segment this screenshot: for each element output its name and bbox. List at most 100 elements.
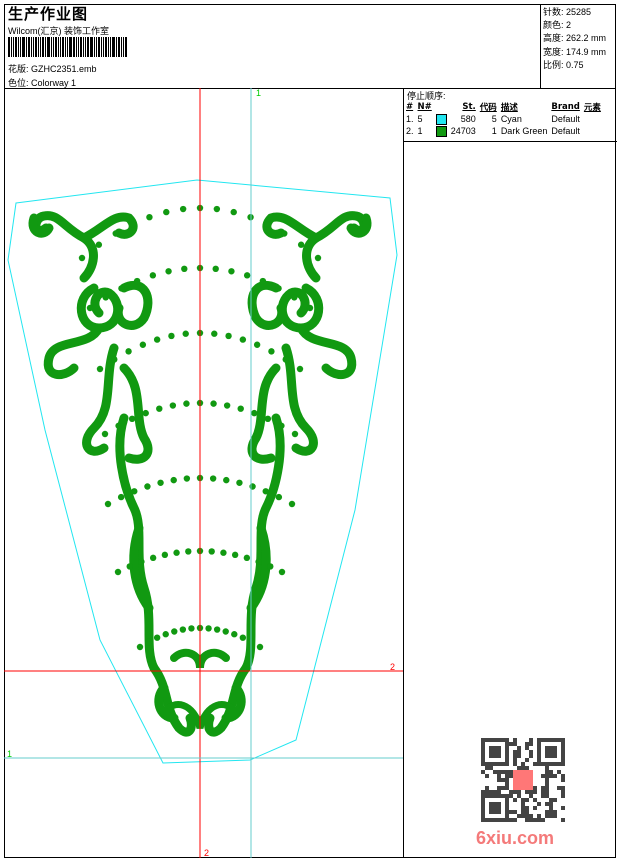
qr-module xyxy=(501,778,505,782)
qr-module xyxy=(521,802,525,806)
embroidery-dot xyxy=(296,365,304,373)
qr-module xyxy=(537,814,541,818)
qr-module xyxy=(553,774,557,778)
embroidery-dot xyxy=(165,268,172,275)
qr-module xyxy=(521,798,525,802)
embroidery-stroke xyxy=(262,212,321,243)
qr-module xyxy=(533,798,537,802)
qr-module xyxy=(505,774,509,778)
qr-module xyxy=(489,762,493,766)
embroidery-stroke xyxy=(302,211,369,283)
qr-module xyxy=(493,794,497,798)
table-row: 1. 5 580 5 Cyan Default xyxy=(404,113,603,125)
embroidery-stroke xyxy=(296,323,357,379)
embroidery-dot xyxy=(210,400,217,407)
embroidery-dot xyxy=(231,631,238,638)
col-element: 元素 xyxy=(583,103,601,113)
qr-module xyxy=(553,750,557,754)
barcode-bar xyxy=(103,37,104,57)
qr-module xyxy=(529,754,533,758)
embroidery-dot xyxy=(118,285,125,292)
qr-module xyxy=(541,786,545,790)
qr-module xyxy=(561,790,565,794)
barcode-bar xyxy=(101,37,102,57)
barcode-bar xyxy=(26,37,27,57)
qr-module xyxy=(513,758,517,762)
qr-module xyxy=(481,738,485,742)
barcode-bar xyxy=(110,37,111,57)
embroidery-dot xyxy=(275,285,282,292)
qr-module xyxy=(497,818,501,822)
embroidery-dot xyxy=(220,549,227,556)
qr-module xyxy=(481,790,485,794)
qr-module xyxy=(553,738,557,742)
qr-module xyxy=(557,770,561,774)
qr-module xyxy=(521,766,525,770)
qr-module xyxy=(533,790,537,794)
qr-module xyxy=(509,790,513,794)
label: 比例: xyxy=(543,59,564,70)
qr-module xyxy=(481,754,485,758)
barcode-bar xyxy=(55,37,57,57)
qr-module xyxy=(505,814,509,818)
qr-module xyxy=(501,794,505,798)
qr-module xyxy=(509,794,513,798)
qr-module xyxy=(505,806,509,810)
qr-module xyxy=(517,790,521,794)
col-needle: N# xyxy=(417,102,432,112)
qr-module xyxy=(561,742,565,746)
embroidery-dot xyxy=(153,634,161,641)
label: 高度: xyxy=(543,33,564,44)
qr-module xyxy=(545,786,549,790)
qr-module xyxy=(541,774,545,778)
qr-module xyxy=(525,766,529,770)
barcode-bar xyxy=(98,37,100,57)
embroidery-dot xyxy=(115,422,122,429)
qr-module xyxy=(513,738,517,742)
embroidery-dot xyxy=(149,272,157,279)
qr-module xyxy=(497,790,501,794)
barcode-bar xyxy=(69,37,72,57)
barcode-bar xyxy=(108,37,109,57)
qr-module xyxy=(541,790,545,794)
qr-module xyxy=(501,738,505,742)
col-stitches: St. xyxy=(462,102,476,112)
qr-module xyxy=(549,750,553,754)
qr-module xyxy=(529,750,533,754)
qr-module xyxy=(485,786,489,790)
barcode-bar xyxy=(80,37,82,57)
qr-module xyxy=(561,746,565,750)
embroidery-dot xyxy=(213,626,221,633)
embroidery-dot xyxy=(157,479,164,486)
qr-module xyxy=(497,770,501,774)
qr-module xyxy=(489,766,493,770)
embroidery-dot xyxy=(212,265,219,273)
embroidery-dot xyxy=(291,294,298,301)
embroidery-dot xyxy=(183,475,191,482)
barcode-bar xyxy=(11,37,12,57)
qr-module xyxy=(513,798,517,802)
row-brand: Default xyxy=(551,114,580,124)
qr-module xyxy=(533,818,537,822)
qr-module xyxy=(509,742,513,746)
qr-module xyxy=(497,746,501,750)
barcode-bar xyxy=(78,37,79,57)
barcode-bar xyxy=(73,37,75,57)
qr-module xyxy=(549,798,553,802)
qr-module xyxy=(497,754,501,758)
qr-module xyxy=(545,766,549,770)
qr-module xyxy=(561,758,565,762)
embroidery-dot xyxy=(182,330,189,337)
qr-module xyxy=(561,786,565,790)
qr-module xyxy=(533,806,537,810)
qr-module xyxy=(505,758,509,762)
barcode-bar xyxy=(20,37,21,57)
barcode-bar xyxy=(87,37,89,57)
barcode-bar xyxy=(42,37,44,57)
qr-module xyxy=(545,774,549,778)
qr-module xyxy=(561,754,565,758)
row-element xyxy=(582,113,603,125)
qr-module xyxy=(561,774,565,778)
divider xyxy=(404,141,617,142)
label: 针数: xyxy=(543,7,564,17)
